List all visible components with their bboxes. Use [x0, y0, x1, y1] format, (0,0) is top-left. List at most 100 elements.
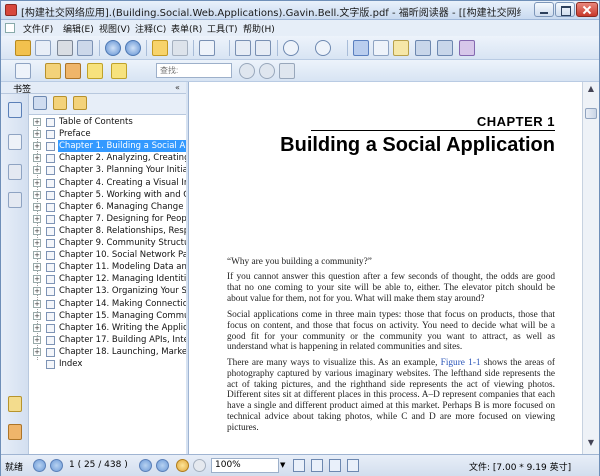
- bookmarks-tab-icon[interactable]: [8, 102, 22, 118]
- bookmark-item[interactable]: + Chapter 18. Launching, Marketing: [29, 346, 186, 358]
- fit-page-icon[interactable]: [235, 40, 251, 56]
- next-page-nav-icon[interactable]: [139, 459, 152, 472]
- minimize-button[interactable]: [534, 2, 554, 17]
- expand-icon[interactable]: +: [33, 142, 41, 151]
- search-next-icon[interactable]: [259, 63, 275, 79]
- expand-icon[interactable]: +: [33, 251, 41, 260]
- continuous-view-icon[interactable]: [311, 459, 323, 472]
- expand-icon[interactable]: +: [33, 311, 41, 320]
- search-options-icon[interactable]: [279, 63, 295, 79]
- forward-arrow-icon[interactable]: [172, 40, 188, 56]
- pages-tab-icon[interactable]: [8, 134, 22, 150]
- scroll-thumb[interactable]: [585, 108, 597, 119]
- prev-page-icon[interactable]: [50, 459, 63, 472]
- expand-icon[interactable]: +: [33, 154, 41, 163]
- menu-form[interactable]: 表单(R): [171, 22, 202, 35]
- expand-bookmark-icon[interactable]: [73, 96, 87, 110]
- pencil-icon[interactable]: [65, 63, 81, 79]
- vertical-scrollbar[interactable]: ▲ ▼: [582, 82, 599, 454]
- bookmark-item[interactable]: + Chapter 6. Managing Change: [29, 201, 186, 213]
- attachments-tab-icon[interactable]: [8, 424, 22, 440]
- expand-icon[interactable]: +: [33, 287, 41, 296]
- expand-icon[interactable]: +: [33, 190, 41, 199]
- highlight-icon[interactable]: [45, 63, 61, 79]
- last-page-icon[interactable]: [156, 459, 169, 472]
- expand-icon[interactable]: +: [33, 178, 41, 187]
- menu-tools[interactable]: 工具(T): [207, 22, 238, 35]
- facing-view-icon[interactable]: [329, 459, 341, 472]
- menu-file[interactable]: 文件(F): [23, 22, 53, 35]
- expand-icon[interactable]: +: [33, 335, 41, 344]
- expand-icon[interactable]: +: [33, 130, 41, 139]
- bookmark-item[interactable]: + Chapter 13. Organizing Your Site: [29, 285, 186, 297]
- search-input[interactable]: [156, 63, 232, 78]
- bookmark-item[interactable]: Index: [29, 358, 186, 370]
- expand-icon[interactable]: +: [33, 214, 41, 223]
- expand-icon[interactable]: +: [33, 118, 41, 126]
- zoom-in-icon[interactable]: [199, 40, 215, 56]
- binoculars-icon[interactable]: [415, 40, 431, 56]
- bookmark-item[interactable]: + Chapter 7. Designing for People: [29, 213, 186, 225]
- back-arrow-icon[interactable]: [152, 40, 168, 56]
- bookmark-item[interactable]: + Chapter 2. Analyzing, Creating, ar: [29, 152, 186, 164]
- delete-bookmark-icon[interactable]: [33, 96, 47, 110]
- bookmark-item[interactable]: + Chapter 14. Making Connections: [29, 298, 186, 310]
- close-button[interactable]: [576, 2, 598, 17]
- bookmark-item[interactable]: + Chapter 10. Social Network Patte: [29, 249, 186, 261]
- figure-link[interactable]: Figure 1-1: [441, 358, 481, 368]
- bookmark-item[interactable]: + Chapter 4. Creating a Visual Impa: [29, 177, 186, 189]
- zoom-plus-icon[interactable]: [315, 40, 331, 56]
- search-text-icon[interactable]: [437, 40, 453, 56]
- expand-icon[interactable]: +: [33, 323, 41, 332]
- menu-comment[interactable]: 注释(C): [135, 22, 166, 35]
- bookmark-item[interactable]: + Chapter 16. Writing the Applicate: [29, 322, 186, 334]
- collapse-panel-icon[interactable]: «: [175, 83, 180, 92]
- comment-icon[interactable]: [111, 63, 127, 79]
- zoom-select[interactable]: 100% ▼: [211, 458, 285, 473]
- expand-icon[interactable]: +: [33, 299, 41, 308]
- maximize-button[interactable]: [555, 2, 575, 17]
- create-pdf-icon[interactable]: [35, 40, 51, 56]
- print-icon[interactable]: [57, 40, 73, 56]
- typewriter-icon[interactable]: [15, 63, 31, 79]
- previous-page-icon[interactable]: [105, 40, 121, 56]
- bookmark-item[interactable]: + Chapter 15. Managing Communiti: [29, 310, 186, 322]
- zoom-out-icon[interactable]: [283, 40, 299, 56]
- scroll-up-icon[interactable]: ▲: [585, 84, 597, 96]
- signatures-tab-icon[interactable]: [8, 192, 22, 208]
- expand-icon[interactable]: +: [33, 347, 41, 356]
- bookmark-item[interactable]: + Chapter 12. Managing Identities: [29, 273, 186, 285]
- bookmark-item[interactable]: + Table of Contents: [29, 116, 186, 128]
- text-select-icon[interactable]: [373, 40, 389, 56]
- email-icon[interactable]: [77, 40, 93, 56]
- expand-icon[interactable]: +: [33, 226, 41, 235]
- bookmark-item[interactable]: + Preface: [29, 128, 186, 140]
- select-arrow-icon[interactable]: [393, 40, 409, 56]
- expand-icon[interactable]: +: [33, 263, 41, 272]
- comments-tab-icon[interactable]: [8, 396, 22, 412]
- scroll-down-icon[interactable]: ▼: [585, 438, 597, 450]
- snapshot-icon[interactable]: [459, 40, 475, 56]
- hand-tool-icon[interactable]: [353, 40, 369, 56]
- bookmark-item[interactable]: + Chapter 9. Community Structures: [29, 237, 186, 249]
- continuous-facing-view-icon[interactable]: [347, 459, 359, 472]
- first-page-icon[interactable]: [33, 459, 46, 472]
- history-forward-icon[interactable]: [193, 459, 206, 472]
- page-number[interactable]: 1 ( 25 / 438 ): [69, 460, 128, 470]
- fit-width-icon[interactable]: [255, 40, 271, 56]
- expand-icon[interactable]: +: [33, 202, 41, 211]
- single-page-view-icon[interactable]: [293, 459, 305, 472]
- menu-edit[interactable]: 编辑(E): [63, 22, 94, 35]
- layers-tab-icon[interactable]: [8, 164, 22, 180]
- note-icon[interactable]: [87, 63, 103, 79]
- menu-view[interactable]: 视图(V): [99, 22, 130, 35]
- bookmark-item[interactable]: + Chapter 3. Planning Your Initial Si: [29, 164, 186, 176]
- expand-icon[interactable]: +: [33, 166, 41, 175]
- expand-icon[interactable]: +: [33, 239, 41, 247]
- open-folder-icon[interactable]: [15, 40, 31, 56]
- menu-help[interactable]: 帮助(H): [243, 22, 275, 35]
- bookmark-item[interactable]: + Chapter 17. Building APIs, Integra: [29, 334, 186, 346]
- history-back-icon[interactable]: [176, 459, 189, 472]
- add-bookmark-icon[interactable]: [53, 96, 67, 110]
- bookmark-item[interactable]: + Chapter 1. Building a Social Applic: [29, 140, 186, 153]
